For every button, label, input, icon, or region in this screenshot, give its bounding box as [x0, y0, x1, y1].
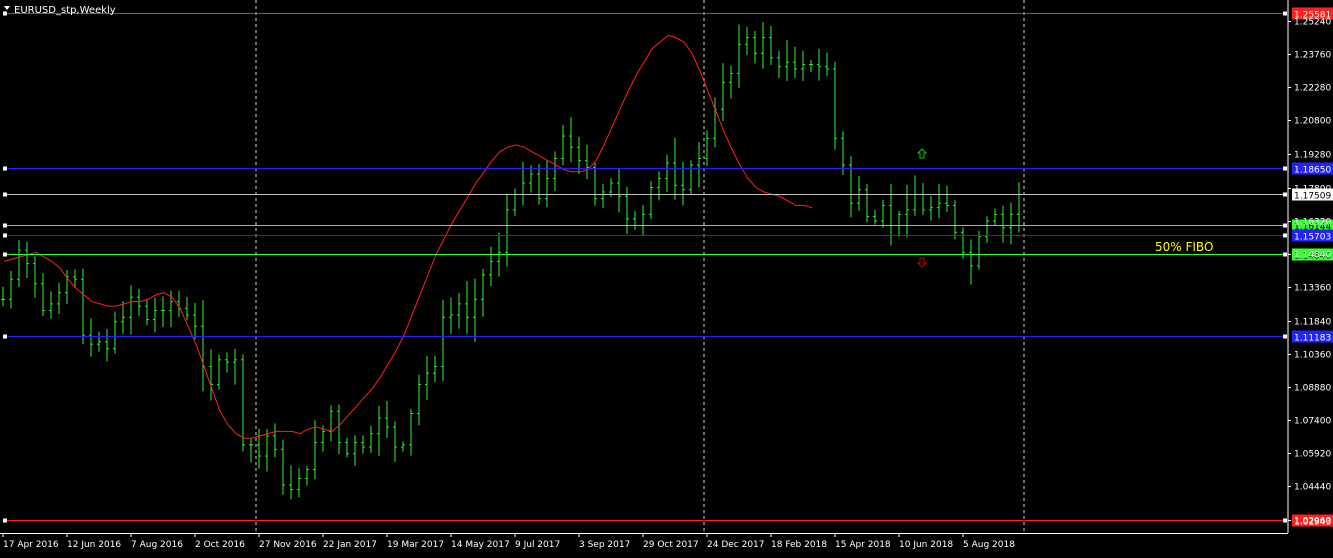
- line-handle-left: [3, 233, 7, 238]
- y-tick-label: 1.20800: [1294, 117, 1331, 127]
- line-handle-left: [3, 192, 7, 197]
- y-tick-label: 1.11840: [1294, 318, 1331, 328]
- y-tick-label: 1.17800: [1294, 185, 1331, 195]
- line-handle-left: [3, 223, 7, 228]
- price-bars: [1, 22, 1021, 500]
- line-handle-right: [1283, 11, 1287, 16]
- x-tick-label: 2 Oct 2016: [195, 540, 245, 550]
- line-handle-left: [3, 11, 7, 16]
- x-tick-label: 18 Feb 2018: [771, 540, 827, 550]
- y-tick-label: 1.23760: [1294, 51, 1331, 61]
- price-label: 1.11183: [1292, 330, 1333, 344]
- line-handle-right: [1283, 252, 1287, 257]
- moving-average-line: [3, 34, 813, 439]
- moving-average-layer: [3, 34, 813, 439]
- arrow-down-icon: [916, 257, 928, 268]
- x-tick-label: 7 Aug 2016: [131, 540, 183, 550]
- y-tick-label: 1.25240: [1294, 18, 1331, 28]
- fibo-annotation: 50% FIBO: [1155, 240, 1213, 254]
- horizontal-lines-layer[interactable]: 1.255811.186501.175091.161441.157031.148…: [3, 7, 1333, 528]
- x-tick-label: 19 Mar 2017: [387, 540, 444, 550]
- line-handle-right: [1283, 518, 1287, 523]
- price-label-text: 1.11183: [1294, 334, 1331, 344]
- y-tick-label: 1.14840: [1294, 251, 1331, 261]
- x-tick-label: 9 Jul 2017: [515, 540, 560, 550]
- x-tick-label: 5 Aug 2018: [963, 540, 1015, 550]
- chart-title: EURUSD_stp,Weekly: [14, 5, 116, 16]
- price-label: 1.15703: [1292, 229, 1333, 243]
- axes-layer: 1.02960 1.04440 1.05920 1.07400 1.08880 1.103…: [0, 0, 1331, 550]
- price-label-text: 1.18650: [1294, 166, 1331, 176]
- chart-window[interactable]: 1.25581 1.18650 1.17509 1.16144 1.15703 1.148…: [0, 0, 1333, 554]
- y-tick-label: 1.02960: [1294, 517, 1331, 527]
- line-handle-left: [3, 166, 7, 171]
- line-handle-right: [1283, 223, 1287, 228]
- x-tick-label: 27 Nov 2016: [259, 540, 317, 550]
- x-tick-label: 22 Jan 2017: [323, 540, 377, 550]
- line-handle-left: [3, 518, 7, 523]
- x-tick-label: 24 Dec 2017: [707, 540, 765, 550]
- arrow-up-icon: [916, 148, 928, 159]
- y-tick-label: 1.22280: [1294, 84, 1331, 94]
- y-tick-label: 1.05920: [1294, 450, 1331, 460]
- x-tick-label: 14 May 2017: [451, 540, 510, 550]
- price-chart[interactable]: 1.255811.186501.175091.161441.157031.148…: [0, 0, 1333, 554]
- x-tick-label: 17 Apr 2016: [3, 540, 59, 550]
- x-tick-label: 10 Jun 2018: [899, 540, 953, 550]
- line-handle-right: [1283, 192, 1287, 197]
- x-tick-label: 3 Sep 2017: [579, 540, 630, 550]
- grid-layer: [255, 0, 1025, 533]
- line-handle-right: [1283, 166, 1287, 171]
- x-tick-label: 15 Apr 2018: [835, 540, 891, 550]
- y-tick-label: 1.19280: [1294, 151, 1331, 161]
- chart-title-group[interactable]: EURUSD_stp,Weekly: [4, 5, 116, 16]
- y-tick-label: 1.16320: [1294, 218, 1331, 228]
- price-label-text: 1.15703: [1294, 233, 1331, 243]
- annotations-layer: 50% FIBO: [916, 148, 1213, 268]
- y-tick-label: 1.13360: [1294, 284, 1331, 294]
- y-tick-label: 1.08880: [1294, 384, 1331, 394]
- line-handle-right: [1283, 233, 1287, 238]
- line-handle-right: [1283, 334, 1287, 339]
- price-label: 1.18650: [1292, 162, 1333, 176]
- line-handle-left: [3, 334, 7, 339]
- chevron-down-icon[interactable]: [4, 6, 10, 10]
- x-tick-label: 12 Jun 2016: [67, 540, 121, 550]
- line-handle-left: [3, 252, 7, 257]
- y-tick-label: 1.10360: [1294, 351, 1331, 361]
- x-tick-label: 29 Oct 2017: [643, 540, 699, 550]
- y-tick-label: 1.07400: [1294, 417, 1331, 427]
- y-tick-label: 1.04440: [1294, 483, 1331, 493]
